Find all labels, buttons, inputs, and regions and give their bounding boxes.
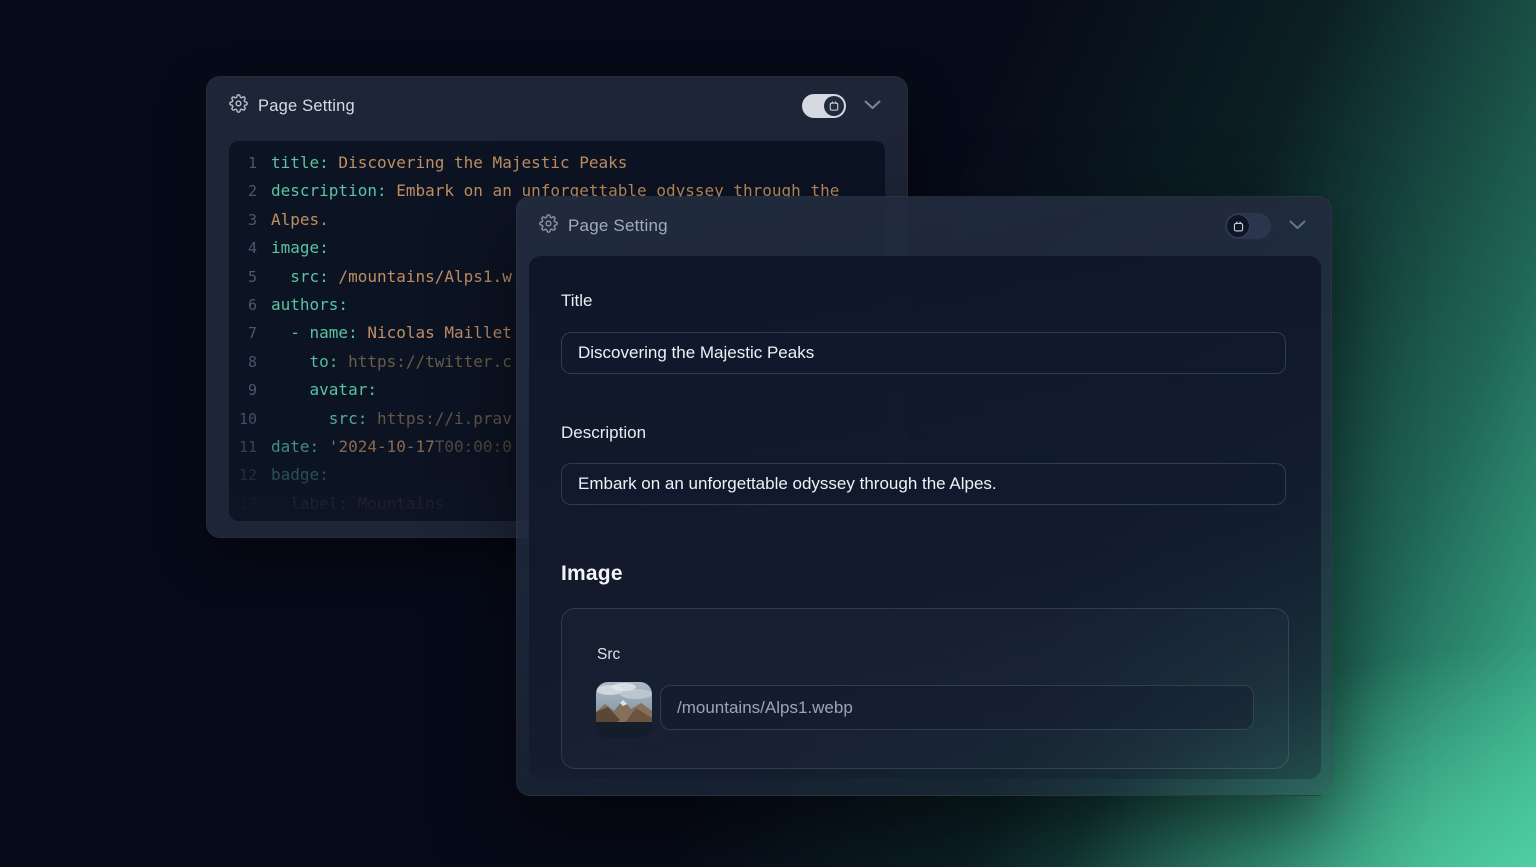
toggle-knob [824, 96, 844, 116]
code-text: src: /mountains/Alps1.w [271, 263, 512, 291]
view-mode-toggle[interactable] [1225, 213, 1271, 239]
panel-title: Page Setting [568, 216, 668, 236]
src-label: Src [597, 646, 620, 664]
gear-icon [229, 94, 248, 118]
title-input[interactable] [561, 332, 1286, 374]
code-text: image: [271, 234, 329, 262]
line-number: 11 [229, 433, 257, 461]
line-number: 12 [229, 461, 257, 489]
code-text: label: Mountains [271, 490, 444, 518]
code-view-icon [828, 100, 840, 112]
toggle-knob [1226, 214, 1250, 238]
line-number: 2 [229, 177, 257, 205]
line-number: 10 [229, 405, 257, 433]
image-thumbnail [596, 682, 652, 738]
panel-title: Page Setting [258, 97, 355, 116]
code-text: badge: [271, 461, 329, 489]
line-number: 8 [229, 348, 257, 376]
title-label: Title [561, 291, 593, 311]
code-text: Alpes. [271, 206, 329, 234]
line-number: 13 [229, 490, 257, 518]
gear-icon [539, 214, 558, 238]
code-text: avatar: [271, 376, 377, 404]
desktop-background: Page Setting 1 title: Discovering the Maj… [0, 0, 1536, 867]
code-view-icon [1232, 220, 1245, 233]
code-text: - name: Nicolas Maillet [271, 319, 512, 347]
code-text: authors: [271, 291, 348, 319]
line-number: 5 [229, 263, 257, 291]
line-number: 3 [229, 206, 257, 234]
src-input[interactable] [660, 685, 1254, 730]
mountain-thumbnail-graphic [596, 682, 652, 738]
panel-header: Page Setting [207, 77, 907, 135]
code-line: 1 title: Discovering the Majestic Peaks [229, 149, 885, 177]
chevron-down-icon[interactable] [1289, 217, 1306, 235]
image-section-heading: Image [561, 562, 623, 586]
line-number: 6 [229, 291, 257, 319]
line-number: 9 [229, 376, 257, 404]
code-text: date: '2024-10-17T00:00:0 [271, 433, 512, 461]
code-text: to: https://twitter.c [271, 348, 512, 376]
form-settings-panel: Page Setting Title Description [516, 196, 1332, 796]
line-number: 7 [229, 319, 257, 347]
image-field-group: Src [561, 608, 1289, 769]
description-input[interactable] [561, 463, 1286, 505]
settings-form-card: Title Description Image Src [529, 256, 1321, 779]
panel-header: Page Setting [517, 197, 1331, 255]
code-text: src: https://i.prav [271, 405, 512, 433]
code-text: title: Discovering the Majestic Peaks [271, 149, 627, 177]
description-label: Description [561, 423, 646, 443]
line-number: 4 [229, 234, 257, 262]
chevron-down-icon[interactable] [864, 97, 881, 115]
line-number: 1 [229, 149, 257, 177]
view-mode-toggle[interactable] [802, 94, 846, 118]
